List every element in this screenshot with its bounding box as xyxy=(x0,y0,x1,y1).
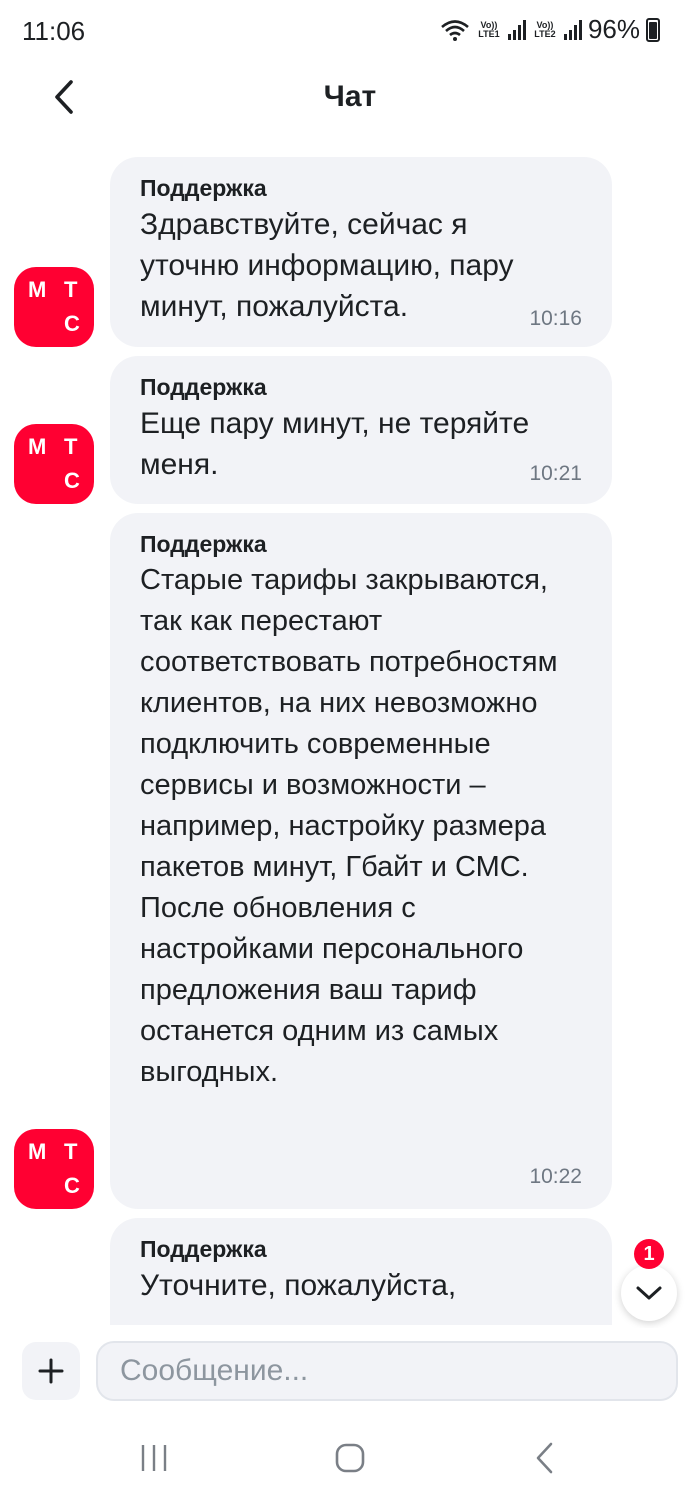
chevron-down-icon xyxy=(636,1286,662,1300)
nav-back-button[interactable] xyxy=(530,1438,560,1478)
unread-count-badge: 1 xyxy=(634,1239,664,1269)
signal-sim1-icon xyxy=(507,19,526,40)
recent-apps-icon xyxy=(141,1445,167,1471)
status-time: 11:06 xyxy=(22,16,86,46)
avatar-letter: С xyxy=(64,468,80,493)
battery-percent: 96% xyxy=(587,14,640,44)
avatar-letter: Т xyxy=(64,1139,78,1164)
message-text: Здравствуйте, сейчас я уточню информацию… xyxy=(140,208,514,323)
avatar-letter: С xyxy=(64,311,80,336)
volte-lte1-label: Vo)) LTE1 xyxy=(478,19,500,39)
message-input[interactable] xyxy=(96,1341,678,1401)
status-icons: Vo)) LTE1 Vo)) LTE2 96% xyxy=(440,14,660,45)
battery-icon xyxy=(646,17,660,42)
system-nav-bar xyxy=(0,1416,700,1501)
message-sender: Поддержка xyxy=(140,175,267,201)
message-time: 10:21 xyxy=(529,462,582,485)
message-text: Еще пару минут, не теряйте меня. xyxy=(140,407,530,481)
message-sender: Поддержка xyxy=(140,374,267,400)
volte-lte2-label: Vo)) LTE2 xyxy=(534,19,556,39)
avatar-letter: С xyxy=(64,1173,80,1198)
message-time: 10:16 xyxy=(529,307,582,330)
message-bubble[interactable]: Поддержка Здравствуйте, сейчас я уточню … xyxy=(110,157,612,347)
message-bubble[interactable]: Поддержка Еще пару минут, не теряйте мен… xyxy=(110,356,612,504)
avatar-letter: М xyxy=(28,277,47,302)
scroll-to-bottom-button[interactable] xyxy=(621,1265,677,1321)
avatar-letter: Т xyxy=(64,277,78,302)
avatar: М Т С xyxy=(14,424,94,504)
chat-messages[interactable]: Поддержка Здравствуйте, сейчас я уточню … xyxy=(0,145,700,1325)
plus-icon xyxy=(38,1358,64,1384)
wifi-icon xyxy=(440,19,470,41)
avatar-letter: М xyxy=(28,434,47,459)
message-sender: Поддержка xyxy=(140,1236,267,1262)
chat-header: Чат xyxy=(0,64,700,130)
home-icon xyxy=(335,1443,365,1473)
message-composer xyxy=(0,1328,700,1416)
message-text: Уточните, пожалуйста, xyxy=(140,1269,457,1302)
home-button[interactable] xyxy=(333,1438,367,1478)
message-bubble[interactable]: Поддержка Старые тарифы закрываются, так… xyxy=(110,513,612,1209)
message-bubble[interactable]: Поддержка Уточните, пожалуйста, xyxy=(110,1218,612,1325)
message-text: Старые тарифы закрываются, так как перес… xyxy=(140,564,558,1088)
attach-button[interactable] xyxy=(22,1342,80,1400)
avatar-letter: Т xyxy=(64,434,78,459)
avatar: М Т С xyxy=(14,1129,94,1209)
signal-sim2-icon xyxy=(563,19,582,40)
message-sender: Поддержка xyxy=(140,531,267,557)
avatar: М Т С xyxy=(14,267,94,347)
status-bar: 11:06 Vo)) LTE1 Vo)) LTE2 96% xyxy=(0,0,700,64)
page-title: Чат xyxy=(323,80,377,113)
recent-apps-button[interactable] xyxy=(138,1438,170,1478)
back-arrow-icon xyxy=(536,1442,553,1474)
avatar-letter: М xyxy=(28,1139,47,1164)
message-time: 10:22 xyxy=(529,1165,582,1188)
